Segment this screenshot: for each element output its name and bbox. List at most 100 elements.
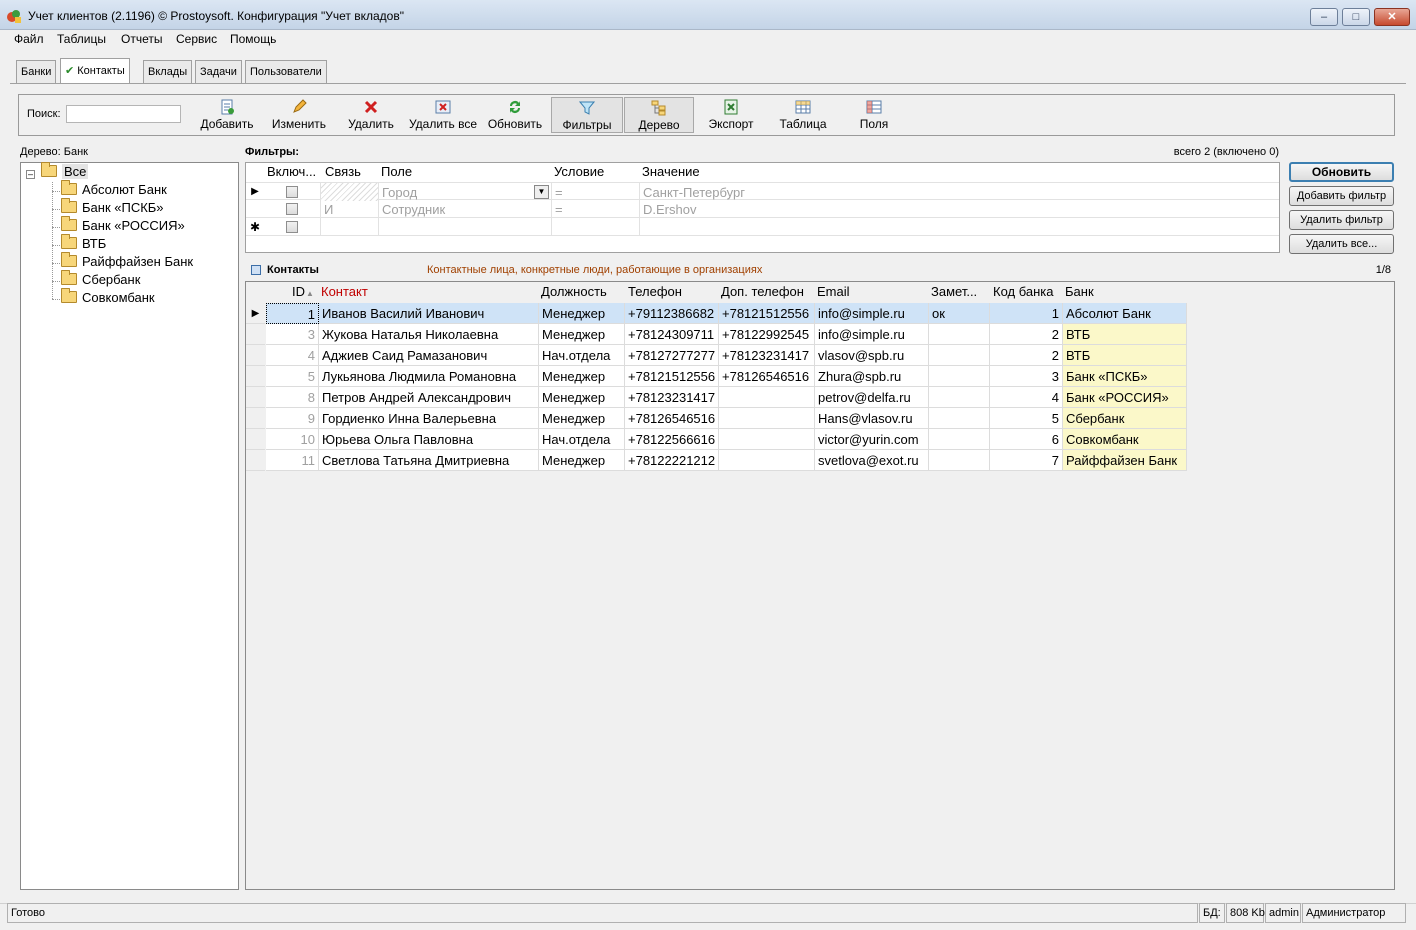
cell-id[interactable]: 8: [266, 387, 319, 408]
cell-bank[interactable]: ВТБ: [1063, 345, 1187, 366]
filter-field-cell[interactable]: [379, 218, 552, 236]
row-indicator[interactable]: [246, 429, 265, 450]
filter-enabled-checkbox[interactable]: [286, 221, 298, 233]
tree-node-bank[interactable]: Банк «РОССИЯ»: [61, 216, 185, 236]
cell-bank[interactable]: Абсолют Банк: [1063, 303, 1187, 324]
cell-bank-code[interactable]: 4: [990, 387, 1063, 408]
tree-button[interactable]: Дерево: [624, 97, 694, 133]
filter-col-value[interactable]: Значение: [642, 164, 700, 179]
cell-contact[interactable]: Иванов Василий Иванович: [319, 303, 539, 324]
tree-node-bank[interactable]: Сбербанк: [61, 270, 140, 290]
cell-email[interactable]: Zhura@spb.ru: [815, 366, 929, 387]
row-indicator[interactable]: [246, 450, 265, 471]
cell-phone2[interactable]: +78126546516: [719, 366, 815, 387]
col-header-bank[interactable]: Банк: [1065, 284, 1094, 299]
filter-col-enabled[interactable]: Включ...: [267, 164, 316, 179]
filter-condition-cell[interactable]: [552, 218, 640, 236]
row-indicator[interactable]: [246, 387, 265, 408]
cell-phone2[interactable]: [719, 429, 815, 450]
filter-enabled-checkbox[interactable]: [286, 186, 298, 198]
col-header-id[interactable]: ID▲: [292, 284, 314, 299]
cell-position[interactable]: Менеджер: [539, 387, 625, 408]
refresh-filter-button[interactable]: Обновить: [1289, 162, 1394, 182]
cell-id[interactable]: 11: [266, 450, 319, 471]
table-row[interactable]: 5 Лукьянова Людмила Романовна Менеджер +781…: [246, 366, 1187, 387]
table-row[interactable]: 4 Аджиев Саид Рамазанович Нач.отдела +78127…: [246, 345, 1187, 366]
cell-phone[interactable]: +78126546516: [625, 408, 719, 429]
row-indicator[interactable]: [246, 408, 265, 429]
filter-value-cell[interactable]: D.Ershov: [640, 200, 1279, 218]
menu-file[interactable]: Файл: [14, 32, 44, 46]
cell-bank-code[interactable]: 1: [990, 303, 1063, 324]
table-row[interactable]: ▶ 1 Иванов Василий Иванович Менеджер +791123…: [246, 303, 1187, 324]
row-indicator[interactable]: [246, 366, 265, 387]
cell-phone[interactable]: +78123231417: [625, 387, 719, 408]
menu-service[interactable]: Сервис: [176, 32, 217, 46]
cell-phone2[interactable]: [719, 387, 815, 408]
cell-bank[interactable]: ВТБ: [1063, 324, 1187, 345]
cell-bank-code[interactable]: 5: [990, 408, 1063, 429]
cell-id[interactable]: 9: [266, 408, 319, 429]
filter-value-cell[interactable]: [640, 218, 1279, 236]
filter-link-cell[interactable]: [321, 183, 379, 201]
cell-phone[interactable]: +78121512556: [625, 366, 719, 387]
filter-enabled-checkbox[interactable]: [286, 203, 298, 215]
menu-tables[interactable]: Таблицы: [57, 32, 106, 46]
cell-position[interactable]: Менеджер: [539, 450, 625, 471]
tree-node-bank[interactable]: Банк «ПСКБ»: [61, 198, 164, 218]
cell-position[interactable]: Нач.отдела: [539, 429, 625, 450]
cell-notes[interactable]: [929, 366, 990, 387]
cell-notes[interactable]: [929, 450, 990, 471]
cell-position[interactable]: Менеджер: [539, 303, 625, 324]
tab-contacts[interactable]: ✔ Контакты: [60, 58, 130, 84]
menu-reports[interactable]: Отчеты: [121, 32, 162, 46]
filter-row[interactable]: И Сотрудник = D.Ershov: [246, 200, 1279, 218]
table-row[interactable]: 9 Гордиенко Инна Валерьевна Менеджер +78126…: [246, 408, 1187, 429]
export-button[interactable]: Экспорт: [702, 97, 760, 133]
filter-row[interactable]: ▶ Город ▼ = Санкт-Петербург: [246, 182, 1279, 201]
cell-notes[interactable]: [929, 387, 990, 408]
cell-contact[interactable]: Юрьева Ольга Павловна: [319, 429, 539, 450]
cell-contact[interactable]: Гордиенко Инна Валерьевна: [319, 408, 539, 429]
filter-col-condition[interactable]: Условие: [554, 164, 604, 179]
cell-contact[interactable]: Аджиев Саид Рамазанович: [319, 345, 539, 366]
cell-phone2[interactable]: +78122992545: [719, 324, 815, 345]
cell-bank-code[interactable]: 2: [990, 324, 1063, 345]
filter-col-link[interactable]: Связь: [325, 164, 361, 179]
cell-bank-code[interactable]: 7: [990, 450, 1063, 471]
delete-all-filters-button[interactable]: Удалить все...: [1289, 234, 1394, 254]
close-button[interactable]: ✕: [1374, 8, 1410, 26]
col-header-notes[interactable]: Замет...: [931, 284, 977, 299]
tree-node-bank[interactable]: Райффайзен Банк: [61, 252, 193, 272]
tree-node-bank[interactable]: Совкомбанк: [61, 288, 155, 308]
tab-deposits[interactable]: Вклады: [143, 60, 193, 83]
cell-bank[interactable]: Совкомбанк: [1063, 429, 1187, 450]
filter-link-cell[interactable]: И: [321, 200, 379, 218]
col-header-position[interactable]: Должность: [541, 284, 607, 299]
delete-all-button[interactable]: Удалить все: [408, 97, 478, 133]
cell-bank-code[interactable]: 6: [990, 429, 1063, 450]
table-row[interactable]: 10 Юрьева Ольга Павловна Нач.отдела +781225…: [246, 429, 1187, 450]
cell-position[interactable]: Менеджер: [539, 324, 625, 345]
cell-position[interactable]: Менеджер: [539, 408, 625, 429]
filter-field-cell[interactable]: Город ▼: [379, 183, 552, 201]
cell-phone2[interactable]: +78123231417: [719, 345, 815, 366]
filter-condition-cell[interactable]: =: [552, 200, 640, 218]
filter-value-cell[interactable]: Санкт-Петербург: [640, 183, 1279, 201]
cell-contact[interactable]: Лукьянова Людмила Романовна: [319, 366, 539, 387]
cell-email[interactable]: info@simple.ru: [815, 324, 929, 345]
filter-condition-cell[interactable]: =: [552, 183, 640, 201]
row-indicator[interactable]: [246, 345, 265, 366]
cell-id[interactable]: 5: [266, 366, 319, 387]
cell-id[interactable]: 3: [266, 324, 319, 345]
current-row-icon[interactable]: ▶: [246, 303, 265, 324]
cell-phone[interactable]: +78127277277: [625, 345, 719, 366]
cell-notes[interactable]: [929, 408, 990, 429]
cell-id[interactable]: 10: [266, 429, 319, 450]
filter-col-field[interactable]: Поле: [381, 164, 412, 179]
edit-button[interactable]: Изменить: [268, 97, 330, 133]
table-row[interactable]: 3 Жукова Наталья Николаевна Менеджер +78124…: [246, 324, 1187, 345]
cell-email[interactable]: victor@yurin.com: [815, 429, 929, 450]
cell-notes[interactable]: [929, 345, 990, 366]
fields-button[interactable]: Поля: [848, 97, 900, 133]
